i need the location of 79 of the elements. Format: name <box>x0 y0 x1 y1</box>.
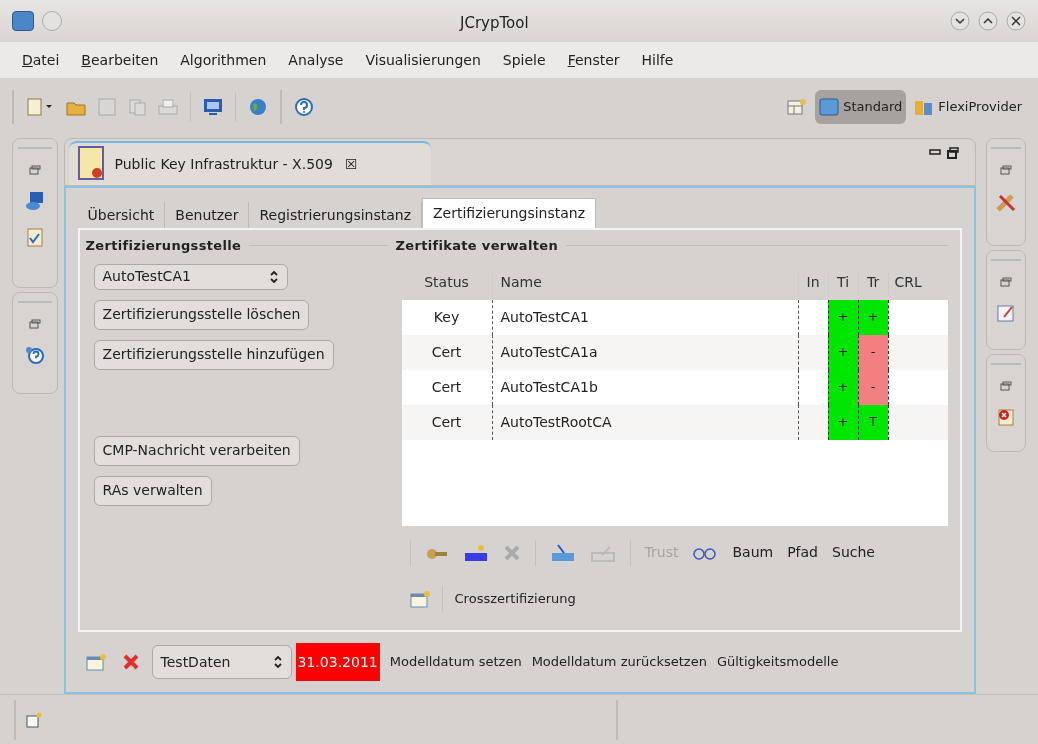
glasses-icon[interactable] <box>692 545 719 560</box>
restore-icon[interactable] <box>1000 165 1013 175</box>
new-document-icon[interactable] <box>26 97 54 117</box>
column-header[interactable]: Tr <box>857 270 888 295</box>
toolbar-button[interactable]: Suche <box>832 542 875 563</box>
window-menu-button[interactable] <box>42 11 62 31</box>
perspective-button[interactable]: Standard <box>815 90 907 124</box>
status-cell: + <box>827 369 858 405</box>
table-cell: AutoTestCA1b <box>491 369 798 405</box>
tools-icon[interactable] <box>995 191 1018 213</box>
monitor-icon[interactable] <box>203 98 223 116</box>
toolbar-button[interactable]: Modelldatum zurücksetzen <box>531 652 707 672</box>
section-title: Zertifikate verwalten <box>395 237 558 255</box>
action-button[interactable]: RAs verwalten <box>93 475 212 506</box>
menu-item[interactable]: Fenster <box>567 49 620 71</box>
date-field[interactable]: 31.03.2011 <box>295 643 380 681</box>
error-log-icon[interactable] <box>996 407 1017 427</box>
certificate-icon <box>76 145 107 183</box>
help-icon[interactable] <box>294 97 314 117</box>
perspective-button[interactable]: FlexiProvider <box>910 90 1026 124</box>
status-cell: + <box>827 404 858 440</box>
new-folder-icon[interactable] <box>85 653 106 671</box>
window-title: JCrypTool <box>460 13 529 34</box>
restore-icon[interactable] <box>28 319 41 329</box>
menu-item[interactable]: Algorithmen <box>180 49 267 71</box>
restore-icon[interactable] <box>1000 277 1013 287</box>
table-cell-text: Cert <box>430 377 463 397</box>
action-button[interactable]: CMP-Nachricht verarbeiten <box>93 435 300 466</box>
tab[interactable]: Zertifizierungsinstanz <box>422 198 597 228</box>
column-header[interactable]: Name <box>491 270 798 295</box>
delete-icon[interactable] <box>121 653 140 671</box>
toolbar-button[interactable]: Baum <box>732 542 774 563</box>
section-title: Zertifizierungsstelle <box>85 237 242 255</box>
menu-item[interactable]: Spiele <box>502 49 546 71</box>
table-cell-text: Key <box>432 307 461 327</box>
action-button[interactable]: Zertifizierungsstelle löschen <box>93 299 310 330</box>
data-dropdown[interactable]: TestDaten <box>151 645 292 679</box>
table-cell-text: Cert <box>430 412 463 432</box>
app-logo-icon <box>819 98 840 116</box>
menu-item[interactable]: Visualisierungen <box>365 49 481 71</box>
maximize-icon[interactable] <box>947 147 960 159</box>
action-button[interactable]: Zertifizierungsstelle hinzufügen <box>93 339 334 370</box>
minimize-icon[interactable] <box>929 149 942 155</box>
status-cell: + <box>827 334 858 370</box>
app-icon[interactable] <box>12 11 34 31</box>
cross-certification-button[interactable]: Crosszertifizierung <box>454 588 576 609</box>
menu-item[interactable]: Analyse <box>288 49 344 71</box>
menu-item[interactable]: Bearbeiten <box>81 49 159 71</box>
spinner-icon <box>268 269 279 284</box>
table-cell: AutoTestCA1 <box>491 299 798 335</box>
spinner-icon <box>272 655 283 669</box>
close-tab-icon[interactable]: ☒ <box>344 153 358 175</box>
column-header[interactable]: Ti <box>827 270 858 295</box>
menu-item[interactable]: Datei <box>22 49 60 71</box>
editor-tab[interactable]: Public Key Infrastruktur - X.509 ☒ <box>68 141 431 185</box>
restore-icon[interactable] <box>1000 381 1013 391</box>
clipboard-check-icon[interactable] <box>25 227 44 247</box>
menu-item[interactable]: Hilfe <box>641 49 674 71</box>
table-cell: AutoTestCA1a <box>491 334 798 370</box>
toolbar-button[interactable]: Modelldatum setzen <box>389 652 522 672</box>
new-folder-icon[interactable] <box>409 589 430 608</box>
restore-icon[interactable] <box>28 165 41 175</box>
globe-icon[interactable] <box>248 97 268 117</box>
status-cell: + <box>827 299 858 335</box>
help-people-icon[interactable] <box>24 345 45 365</box>
column-header[interactable]: In <box>797 270 828 295</box>
edit-note-icon[interactable] <box>996 303 1017 323</box>
table-cell-text: Cert <box>430 342 463 362</box>
print-icon[interactable] <box>158 98 178 116</box>
open-perspective-icon[interactable] <box>787 98 808 116</box>
toolbar-button[interactable]: Pfad <box>787 542 818 563</box>
status-cell: + <box>857 299 888 335</box>
toolbar-button[interactable]: Gültigkeitsmodelle <box>716 652 839 672</box>
table-cell: AutoTestRootCA <box>491 404 798 440</box>
column-header[interactable]: CRL <box>887 270 948 295</box>
column-header[interactable]: Status <box>401 270 492 295</box>
close-icon[interactable] <box>1006 11 1026 31</box>
new-window-icon[interactable] <box>26 711 42 728</box>
ca-dropdown[interactable]: AutoTestCA1 <box>93 263 288 290</box>
